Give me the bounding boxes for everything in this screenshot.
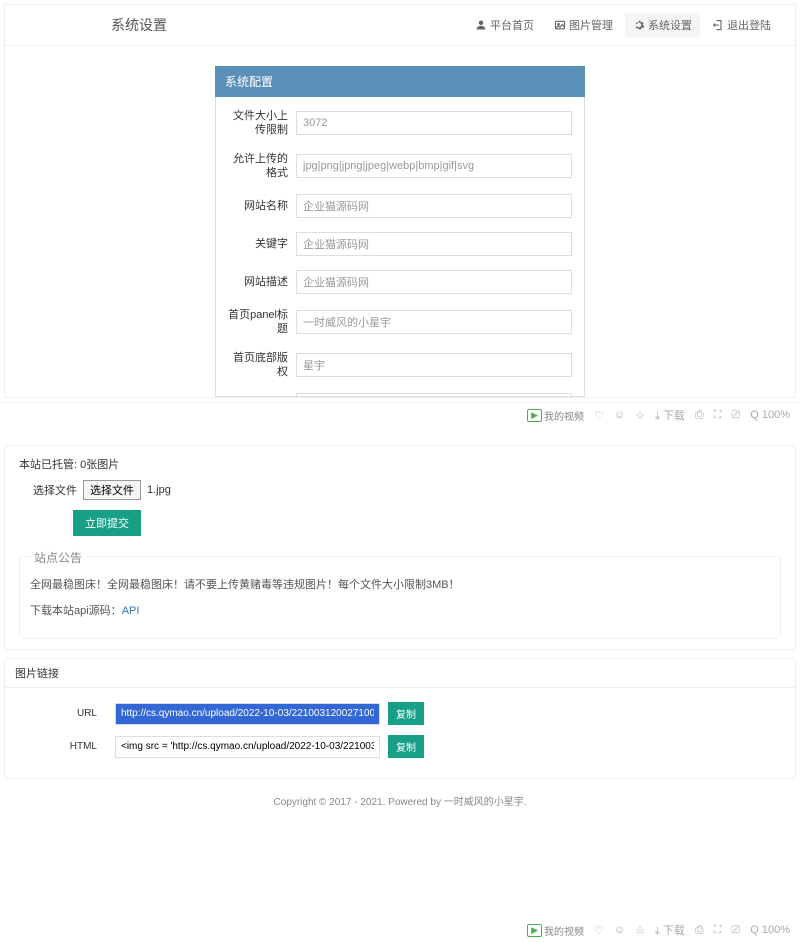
form-row-sitename: 网站名称 bbox=[228, 194, 572, 218]
input-sitename[interactable] bbox=[296, 194, 572, 218]
toolbar-right: ▶我的视频 ♡ ☺ ☆ ⤓ 下载 ⎙ ⛶ ⎚ Q 100% bbox=[527, 922, 790, 938]
form-label: 首页panel标题 bbox=[228, 308, 296, 337]
top-header: 系统设置 平台首页 图片管理 系统设置 bbox=[5, 5, 795, 46]
input-qq[interactable] bbox=[296, 393, 572, 397]
api-link[interactable]: API bbox=[122, 605, 140, 617]
link-row-html: HTML 复制 bbox=[15, 735, 785, 758]
toolbar-right: ▶我的视频 ♡ ☺ ☆ ⤓ 下载 ⎙ ⛶ ⎚ Q 100% bbox=[527, 407, 790, 423]
expand-icon[interactable]: ⛶ bbox=[714, 409, 722, 422]
filename: 1.jpg bbox=[147, 484, 171, 496]
nav-settings[interactable]: 系统设置 bbox=[625, 13, 700, 37]
link-label: URL bbox=[45, 708, 115, 719]
form-row-qq: 客服ＱＱ bbox=[228, 393, 572, 397]
input-formats[interactable] bbox=[296, 154, 572, 178]
heart-icon[interactable]: ♡ bbox=[594, 409, 604, 422]
user-icon bbox=[475, 19, 487, 31]
print-icon[interactable]: ⎙ bbox=[695, 924, 704, 937]
nav-label: 系统设置 bbox=[648, 17, 692, 33]
print-icon[interactable]: ⎙ bbox=[695, 409, 704, 422]
form-row-filesize: 文件大小上传限制 bbox=[228, 109, 572, 138]
footer: Copyright © 2017 - 2021. Powered by 一时威风… bbox=[0, 783, 800, 818]
form-row-copyright: 首页底部版权 bbox=[228, 351, 572, 380]
link-row-url: URL 复制 bbox=[15, 702, 785, 725]
url-input[interactable] bbox=[115, 703, 380, 725]
expand-icon[interactable]: ⛶ bbox=[714, 924, 722, 937]
input-paneltitle[interactable] bbox=[296, 310, 572, 334]
phone-icon[interactable]: ⎚ bbox=[731, 924, 740, 937]
input-copyright[interactable] bbox=[296, 353, 572, 377]
nav-label: 退出登陆 bbox=[727, 17, 771, 33]
announce-line-1: 全网最稳图床！全网最稳图床！请不要上传黄赌毒等违规图片！每个文件大小限制3MB！ bbox=[30, 576, 770, 592]
logout-icon bbox=[712, 19, 724, 31]
form-label: 允许上传的格式 bbox=[228, 152, 296, 181]
nav-label: 平台首页 bbox=[490, 17, 534, 33]
form-row-paneltitle: 首页panel标题 bbox=[228, 308, 572, 337]
form-label: 网站描述 bbox=[228, 275, 296, 289]
announce-box: 站点公告 全网最稳图床！全网最稳图床！请不要上传黄赌毒等违规图片！每个文件大小限… bbox=[19, 556, 781, 639]
toolbar-2: ▶我的视频 ♡ ☺ ☆ ⤓ 下载 ⎙ ⛶ ⎚ Q 100% bbox=[0, 918, 800, 942]
download-link[interactable]: ⤓ 下载 bbox=[655, 922, 685, 938]
copy-button[interactable]: 复制 bbox=[388, 735, 424, 758]
gear-icon bbox=[633, 19, 645, 31]
input-keywords[interactable] bbox=[296, 232, 572, 256]
spacer bbox=[0, 818, 800, 918]
star-icon[interactable]: ☆ bbox=[635, 409, 645, 422]
settings-section: 系统设置 平台首页 图片管理 系统设置 bbox=[4, 4, 796, 398]
nav-logout[interactable]: 退出登陆 bbox=[704, 13, 779, 37]
phone-icon[interactable]: ⎚ bbox=[731, 409, 740, 422]
config-panel: 系统配置 文件大小上传限制 允许上传的格式 网站名称 关键字 网站描述 bbox=[215, 66, 585, 397]
submit-button[interactable]: 立即提交 bbox=[73, 510, 141, 536]
links-body: URL 复制 HTML 复制 bbox=[5, 687, 795, 778]
select-label: 选择文件 bbox=[33, 482, 77, 498]
form-row-formats: 允许上传的格式 bbox=[228, 152, 572, 181]
links-header: 图片链接 bbox=[5, 659, 795, 687]
heart-icon[interactable]: ♡ bbox=[594, 924, 604, 937]
nav-label: 图片管理 bbox=[569, 17, 613, 33]
page-title: 系统设置 bbox=[21, 15, 167, 35]
link-label: HTML bbox=[45, 741, 115, 752]
copy-button[interactable]: 复制 bbox=[388, 702, 424, 725]
toolbar-badge[interactable]: ▶我的视频 bbox=[527, 408, 584, 423]
panel-header: 系统配置 bbox=[215, 66, 585, 97]
toolbar-1: ▶我的视频 ♡ ☺ ☆ ⤓ 下载 ⎙ ⛶ ⎚ Q 100% bbox=[0, 402, 800, 427]
nav-home[interactable]: 平台首页 bbox=[467, 13, 542, 37]
smile-icon[interactable]: ☺ bbox=[614, 409, 625, 421]
zoom-control[interactable]: Q 100% bbox=[750, 924, 790, 936]
zoom-control[interactable]: Q 100% bbox=[750, 409, 790, 421]
links-section: 图片链接 URL 复制 HTML 复制 bbox=[4, 658, 796, 779]
form-row-keywords: 关键字 bbox=[228, 232, 572, 256]
panel-body: 文件大小上传限制 允许上传的格式 网站名称 关键字 网站描述 首页panel标题 bbox=[215, 97, 585, 397]
download-link[interactable]: ⤓ 下载 bbox=[655, 407, 685, 423]
file-select-row: 选择文件 选择文件 1.jpg bbox=[33, 480, 781, 500]
form-row-desc: 网站描述 bbox=[228, 270, 572, 294]
form-label: 首页底部版权 bbox=[228, 351, 296, 380]
nav-images[interactable]: 图片管理 bbox=[546, 13, 621, 37]
input-filesize[interactable] bbox=[296, 111, 572, 135]
top-nav: 平台首页 图片管理 系统设置 退出登陆 bbox=[467, 13, 779, 37]
smile-icon[interactable]: ☺ bbox=[614, 924, 625, 936]
star-icon[interactable]: ☆ bbox=[635, 924, 645, 937]
html-input[interactable] bbox=[115, 736, 380, 758]
file-select-button[interactable]: 选择文件 bbox=[83, 480, 141, 500]
input-desc[interactable] bbox=[296, 270, 572, 294]
form-label: 关键字 bbox=[228, 237, 296, 251]
toolbar-badge[interactable]: ▶我的视频 bbox=[527, 923, 584, 938]
image-icon bbox=[554, 19, 566, 31]
upload-section: 本站已托管: 0张图片 选择文件 选择文件 1.jpg 立即提交 站点公告 全网… bbox=[4, 445, 796, 650]
announce-title: 站点公告 bbox=[30, 549, 86, 566]
announce-line-2: 下载本站api源码：API bbox=[30, 602, 770, 618]
hosting-info: 本站已托管: 0张图片 bbox=[19, 456, 781, 472]
form-label: 文件大小上传限制 bbox=[228, 109, 296, 138]
form-label: 网站名称 bbox=[228, 199, 296, 213]
